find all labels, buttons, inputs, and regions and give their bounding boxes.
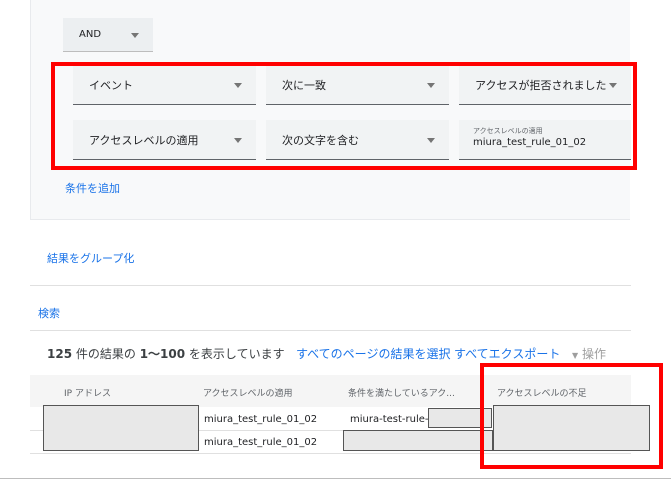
bottom-border xyxy=(0,478,671,479)
results-summary-tail: を表示しています xyxy=(185,347,285,361)
select-all-pages-link[interactable]: すべてのページの結果を選択 xyxy=(296,345,450,362)
operator-value: AND xyxy=(79,29,102,40)
results-count: 125 xyxy=(47,347,73,361)
highlight-box-filters xyxy=(51,62,637,170)
divider xyxy=(30,285,631,286)
actions-caret-icon: ▼ xyxy=(572,351,579,360)
actions-menu[interactable]: ▼ 操作 xyxy=(572,345,606,362)
header-ip-address[interactable]: IP アドレス xyxy=(64,386,111,399)
actions-label: 操作 xyxy=(581,347,606,361)
redacted-matched-level xyxy=(343,430,493,451)
results-summary: 125 件の結果の 1〜100 を表示しています xyxy=(47,345,285,362)
export-all-link[interactable]: すべてエクスポート xyxy=(454,345,560,362)
row-access-level: miura_test_rule_01_02 xyxy=(204,414,318,425)
search-link[interactable]: 検索 xyxy=(38,305,60,321)
group-results-link[interactable]: 結果をグループ化 xyxy=(47,250,134,266)
highlight-box-missing-column xyxy=(480,363,663,469)
add-condition-link[interactable]: 条件を追加 xyxy=(65,180,120,196)
header-matched-access-level[interactable]: 条件を満たしているアク... xyxy=(348,386,455,399)
chevron-down-icon xyxy=(131,32,139,38)
results-range: 1〜100 xyxy=(139,347,186,361)
operator-select[interactable]: AND xyxy=(63,18,153,52)
header-access-level-applied[interactable]: アクセスレベルの適用 xyxy=(203,386,293,399)
results-summary-text: 件の結果の xyxy=(72,347,140,361)
divider xyxy=(30,330,631,331)
row-access-level: miura_test_rule_01_02 xyxy=(204,437,318,448)
